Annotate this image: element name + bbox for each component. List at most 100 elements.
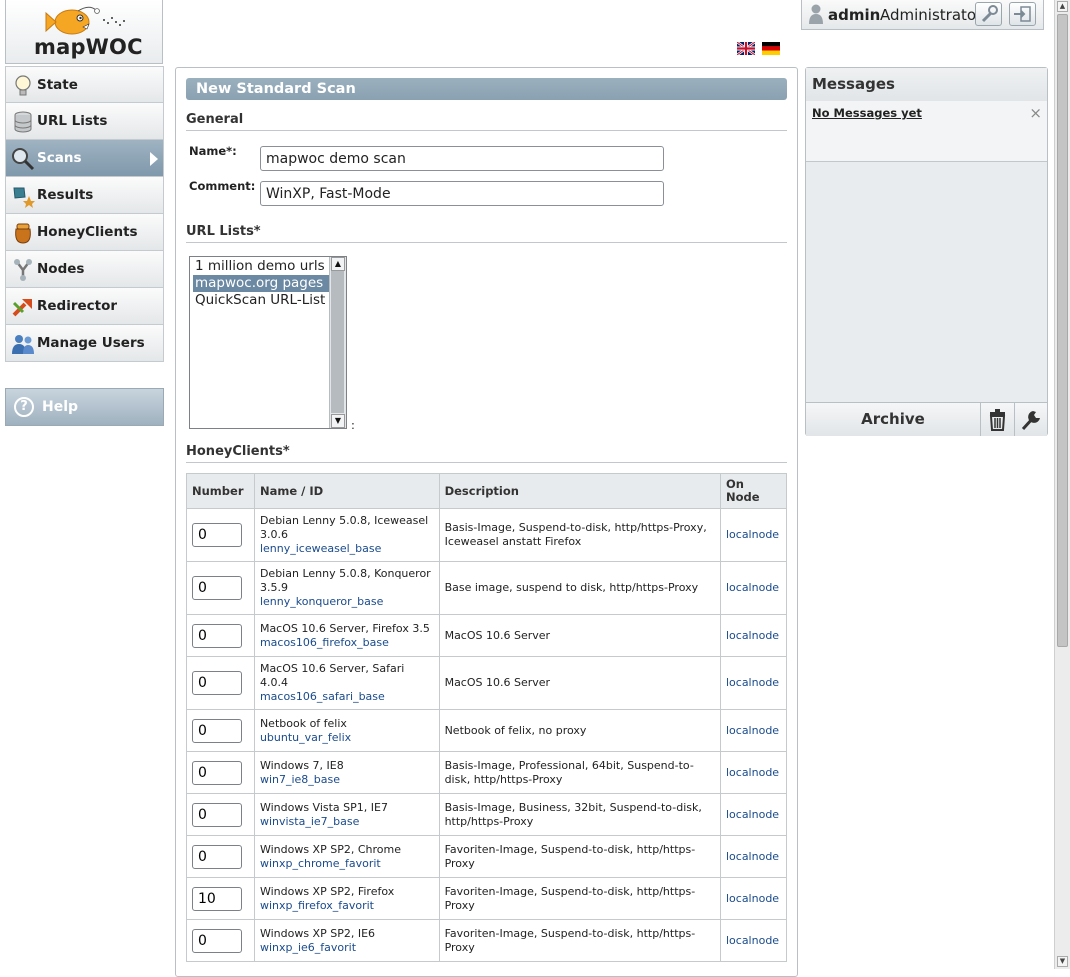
- scroll-up-icon[interactable]: ▲: [331, 257, 345, 271]
- wrench-icon: [981, 5, 998, 23]
- node-link[interactable]: localnode: [719, 561, 788, 615]
- honeyclients-section: HoneyClients*: [186, 442, 787, 463]
- general-section: General: [186, 110, 787, 131]
- nav-label-manage-users: Manage Users: [37, 335, 145, 351]
- nav-item-redirector[interactable]: Redirector: [5, 288, 164, 325]
- logo[interactable]: mapWOC: [5, 0, 163, 64]
- name-id-cell: Windows 7, IE8 win7_ie8_base: [253, 751, 440, 794]
- user-name: admin: [828, 6, 881, 24]
- description-cell: Basis-Image, Suspend-to-disk, http/https…: [438, 508, 721, 562]
- magnifier-icon: [12, 148, 35, 171]
- number-input[interactable]: [192, 760, 242, 785]
- user-box: admin Administrator: [801, 0, 1044, 30]
- comment-input[interactable]: [260, 181, 664, 206]
- nav-item-url-lists[interactable]: URL Lists: [5, 103, 164, 140]
- client-id: macos106_firefox_base: [259, 635, 389, 649]
- client-name: MacOS 10.6 Server, Firefox 3.5: [259, 621, 430, 635]
- col-on-node: On Node: [719, 473, 788, 509]
- page-scrollbar[interactable]: ▲ ▼: [1054, 0, 1070, 969]
- node-link[interactable]: localnode: [719, 919, 788, 962]
- client-id: lenny_konqueror_base: [259, 595, 384, 608]
- node-link[interactable]: localnode: [719, 614, 788, 657]
- page-scroll-down-icon[interactable]: ▼: [1057, 956, 1068, 967]
- trash-icon: [989, 409, 1006, 431]
- number-input[interactable]: [192, 576, 242, 600]
- node-link[interactable]: localnode: [719, 877, 788, 920]
- url-list-option[interactable]: 1 million demo urls: [193, 258, 333, 275]
- flag-de-icon[interactable]: [762, 42, 780, 55]
- number-input[interactable]: [192, 623, 242, 648]
- logo-text: mapWOC: [34, 35, 143, 59]
- number-input[interactable]: [192, 718, 242, 743]
- url-list-option-selected[interactable]: mapwoc.org pages: [193, 275, 333, 292]
- scroll-down-icon[interactable]: ▼: [331, 414, 345, 428]
- number-cell: [186, 919, 255, 962]
- help-icon: ?: [14, 397, 34, 417]
- panel-title: New Standard Scan: [186, 78, 787, 100]
- honeypot-icon: [15, 223, 31, 244]
- logout-button[interactable]: [1009, 2, 1036, 26]
- node-link[interactable]: localnode: [719, 656, 788, 710]
- close-icon[interactable]: ×: [1029, 104, 1042, 122]
- messages-header: Messages: [806, 68, 1047, 101]
- client-id: winxp_chrome_favorit: [259, 856, 381, 870]
- number-cell: [186, 877, 255, 920]
- description-cell: Basis-Image, Business, 32bit, Suspend-to…: [438, 793, 721, 836]
- table-header-row: Number Name / ID Description On Node: [186, 473, 788, 509]
- number-input[interactable]: [192, 928, 242, 953]
- nav-item-nodes[interactable]: Nodes: [5, 251, 164, 288]
- user-icon: [809, 4, 823, 24]
- name-input[interactable]: [260, 146, 664, 171]
- scroll-thumb[interactable]: [331, 271, 344, 413]
- url-list-option[interactable]: QuickScan URL-List: [193, 292, 333, 309]
- client-id: winvista_ie7_base: [259, 814, 360, 828]
- node-link[interactable]: localnode: [719, 709, 788, 752]
- help-button[interactable]: ? Help: [5, 388, 164, 426]
- archive-button[interactable]: Archive: [806, 403, 981, 436]
- number-cell: [186, 614, 255, 657]
- nav-item-results[interactable]: Results: [5, 177, 164, 214]
- trash-button[interactable]: [981, 403, 1015, 436]
- nav-item-honeyclients[interactable]: HoneyClients: [5, 214, 164, 251]
- table-row: Netbook of felixubuntu_var_felixNetbook …: [186, 709, 788, 752]
- comment-label: Comment:: [189, 179, 256, 193]
- nav-item-scans[interactable]: Scans: [5, 140, 164, 177]
- client-id: winxp_ie6_favorit: [259, 940, 357, 954]
- number-input[interactable]: [192, 671, 242, 695]
- url-lists-select[interactable]: 1 million demo urls mapwoc.org pages Qui…: [189, 256, 347, 429]
- client-id: win7_ie8_base: [259, 772, 341, 786]
- number-input[interactable]: [192, 844, 242, 869]
- node-link[interactable]: localnode: [719, 751, 788, 794]
- messages-settings-button[interactable]: [1015, 403, 1047, 436]
- node-link[interactable]: localnode: [719, 508, 788, 562]
- redirector-icon: [12, 299, 32, 317]
- number-input[interactable]: [192, 523, 242, 547]
- page-scroll-up-icon[interactable]: ▲: [1057, 1, 1068, 12]
- node-link[interactable]: localnode: [719, 793, 788, 836]
- col-name-id: Name / ID: [253, 473, 440, 509]
- table-row: Windows XP SP2, IE6winxp_ie6_favorit Favo…: [186, 919, 788, 962]
- number-input[interactable]: [192, 886, 242, 911]
- nav-label-nodes: Nodes: [37, 261, 85, 277]
- user-settings-button[interactable]: [975, 2, 1002, 26]
- number-input[interactable]: [192, 802, 242, 827]
- node-link[interactable]: localnode: [719, 835, 788, 878]
- client-name: Windows XP SP2, IE6: [259, 926, 376, 940]
- client-name: Debian Lenny 5.0.8, Iceweasel 3.0.6: [259, 514, 429, 541]
- description-cell: Favoriten-Image, Suspend-to-disk, http/h…: [438, 919, 721, 962]
- name-id-cell: Windows XP SP2, Chrome winxp_chrome_favor…: [253, 835, 440, 878]
- nav-label-scans: Scans: [37, 150, 82, 166]
- urllists-section: URL Lists*: [186, 222, 787, 243]
- nav-item-state[interactable]: State: [5, 66, 164, 103]
- flag-en-icon[interactable]: [737, 42, 755, 55]
- page-scroll-thumb[interactable]: [1057, 14, 1068, 647]
- no-messages-text[interactable]: No Messages yet: [812, 106, 922, 120]
- url-list-scrollbar[interactable]: ▲ ▼: [329, 257, 346, 428]
- number-cell: [186, 793, 255, 836]
- table-row: Debian Lenny 5.0.8, Konqueror 3.5.9lenny…: [186, 561, 788, 615]
- user-role: Administrator: [880, 6, 983, 24]
- client-id: ubuntu_var_felix: [259, 730, 352, 744]
- nav-item-manage-users[interactable]: Manage Users: [5, 325, 164, 362]
- main-nav: State URL Lists Scans Results HoneyClien…: [5, 66, 164, 362]
- urllists-suffix: :: [351, 418, 355, 432]
